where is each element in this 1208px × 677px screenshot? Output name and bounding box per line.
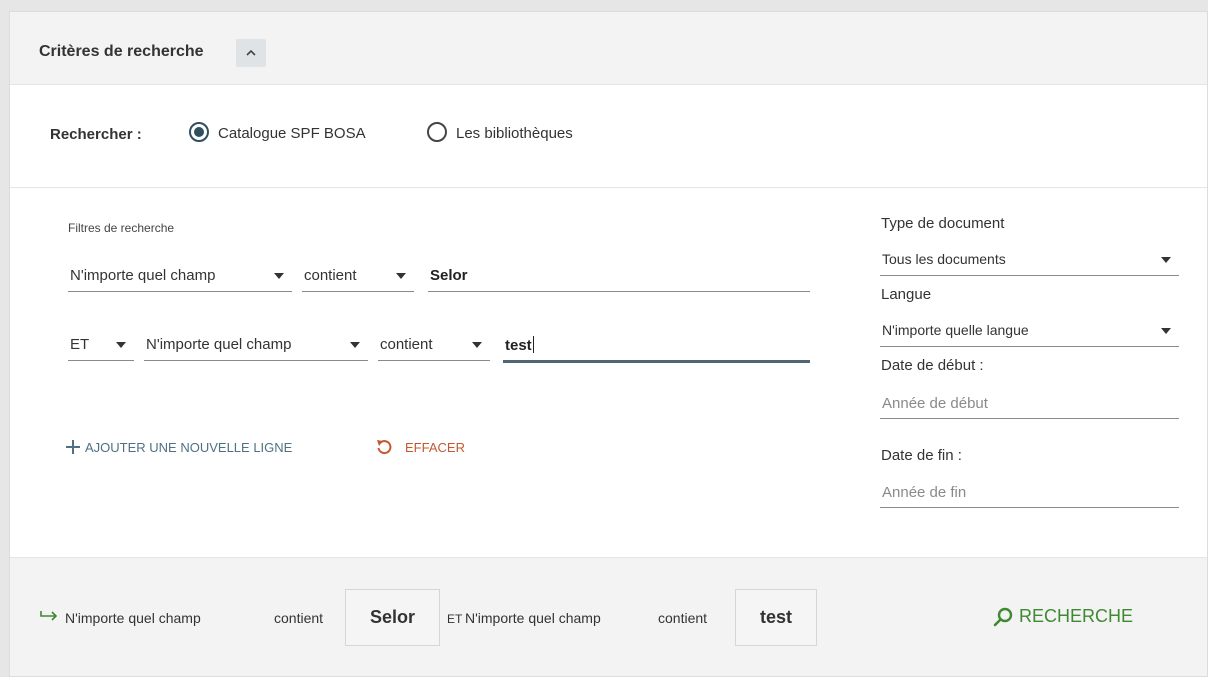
row1-operator-select[interactable]: contient xyxy=(302,261,414,292)
section-divider xyxy=(10,187,1207,188)
row2-field-select[interactable]: N'importe quel champ xyxy=(144,330,368,361)
row2-operator-value: contient xyxy=(380,336,433,353)
doc-type-value: Tous les documents xyxy=(882,251,1006,267)
row2-field-value: N'importe quel champ xyxy=(146,336,292,353)
radio-selected-icon xyxy=(189,122,209,142)
clear-label: EFFACER xyxy=(405,440,465,455)
doc-type-select[interactable]: Tous les documents xyxy=(880,245,1179,276)
row1-field-value: N'importe quel champ xyxy=(70,267,216,284)
language-label: Langue xyxy=(881,286,932,303)
row1-field-select[interactable]: N'importe quel champ xyxy=(68,261,292,292)
start-date-label: Date de début : xyxy=(881,357,984,374)
summary-operator-2: contient xyxy=(658,610,708,626)
row2-value-string: test xyxy=(505,337,532,354)
end-year-placeholder: Année de fin xyxy=(882,484,967,501)
caret-down-icon xyxy=(116,342,126,348)
collapse-button[interactable] xyxy=(236,39,266,67)
radio-unselected-icon xyxy=(427,122,447,142)
panel-header: Critères de recherche xyxy=(10,12,1207,85)
caret-down-icon xyxy=(1161,328,1171,334)
row2-operator-select[interactable]: contient xyxy=(378,330,490,361)
radio-catalogue-label: Catalogue SPF BOSA xyxy=(218,125,366,142)
row1-value-input[interactable]: Selor xyxy=(428,261,810,292)
row2-value-input[interactable]: test xyxy=(503,330,810,363)
summary-joiner: ET xyxy=(447,612,463,626)
end-date-label: Date de fin : xyxy=(881,447,962,464)
search-criteria-panel: Critères de recherche Rechercher : Catal… xyxy=(9,11,1208,677)
start-year-input[interactable]: Année de début xyxy=(880,388,1179,419)
caret-down-icon xyxy=(274,273,284,279)
query-summary-bar: N'importe quel champ contient Selor ET N… xyxy=(10,557,1207,676)
row2-value-text: test xyxy=(505,336,534,354)
radio-libraries-label: Les bibliothèques xyxy=(456,125,573,142)
add-line-label: AJOUTER UNE NOUVELLE LIGNE xyxy=(85,440,293,455)
start-year-placeholder: Année de début xyxy=(882,395,988,412)
row1-value-text: Selor xyxy=(430,267,468,284)
scope-label: Rechercher : xyxy=(50,126,142,143)
language-value: N'importe quelle langue xyxy=(882,322,1029,338)
caret-down-icon xyxy=(396,273,406,279)
summary-value-chip-2: test xyxy=(735,589,817,646)
caret-down-icon xyxy=(350,342,360,348)
arrow-right-icon xyxy=(40,611,58,621)
end-year-input[interactable]: Année de fin xyxy=(880,477,1179,508)
undo-icon xyxy=(377,440,392,455)
summary-field-1: N'importe quel champ xyxy=(65,610,201,626)
filters-title: Filtres de recherche xyxy=(68,221,175,235)
chevron-up-icon xyxy=(246,49,256,56)
panel-title: Critères de recherche xyxy=(39,43,204,60)
summary-field-2: N'importe quel champ xyxy=(465,610,601,626)
search-icon xyxy=(993,607,1013,627)
summary-operator-1: contient xyxy=(274,610,324,626)
row1-operator-value: contient xyxy=(304,267,357,284)
summary-value-chip-1: Selor xyxy=(345,589,440,646)
language-select[interactable]: N'importe quelle langue xyxy=(880,316,1179,347)
row2-boolean-value: ET xyxy=(70,336,90,353)
row2-boolean-select[interactable]: ET xyxy=(68,330,134,361)
caret-down-icon xyxy=(472,342,482,348)
caret-down-icon xyxy=(1161,257,1171,263)
plus-icon xyxy=(66,440,80,454)
search-button-label: RECHERCHE xyxy=(1019,606,1134,626)
doc-type-label: Type de document xyxy=(881,215,1005,232)
text-cursor xyxy=(532,336,534,353)
